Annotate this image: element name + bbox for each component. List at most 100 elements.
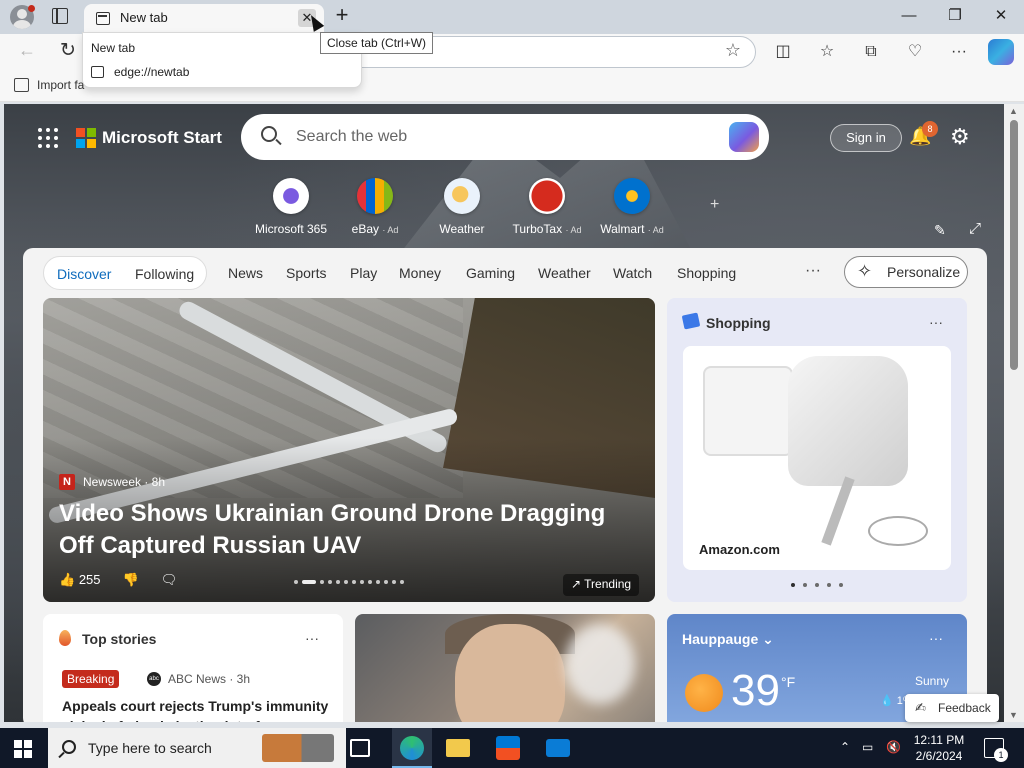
shopping-carousel-dots[interactable] bbox=[791, 583, 843, 587]
volume-muted-icon[interactable]: 🔇 bbox=[886, 740, 901, 754]
scroll-up-arrow-icon[interactable]: ▲ bbox=[1009, 106, 1018, 116]
shopping-card[interactable]: Shopping ··· Amazon.com bbox=[667, 298, 967, 602]
nav-news[interactable]: News bbox=[228, 265, 263, 281]
sign-in-button[interactable]: Sign in bbox=[830, 124, 902, 152]
nav-weather[interactable]: Weather bbox=[538, 265, 591, 281]
chevron-down-icon: ⌄ bbox=[762, 631, 774, 647]
refresh-button[interactable]: ↻ bbox=[60, 39, 76, 62]
weather-location[interactable]: Hauppauge ⌄ bbox=[682, 631, 774, 648]
top-stories-more-button[interactable]: ··· bbox=[305, 630, 319, 646]
new-tab-page: Microsoft Start Search the web Sign in 🔔… bbox=[4, 104, 1004, 722]
nav-play[interactable]: Play bbox=[350, 265, 377, 281]
favorite-star-icon[interactable]: ☆ bbox=[725, 40, 741, 61]
microsoft-365-icon bbox=[273, 178, 309, 214]
import-favorites-link[interactable]: Import fa bbox=[14, 78, 84, 92]
copilot-icon[interactable] bbox=[988, 39, 1014, 65]
tab-discover[interactable]: Discover bbox=[57, 266, 111, 282]
product-image-beater bbox=[821, 476, 855, 546]
tab-following[interactable]: Following bbox=[135, 266, 194, 282]
scroll-thumb[interactable] bbox=[1010, 120, 1018, 370]
new-tab-button[interactable]: + bbox=[330, 4, 354, 28]
trending-badge: ↗ Trending bbox=[563, 574, 640, 596]
top-stories-card: Top stories ··· Breaking abc ABC News · … bbox=[43, 614, 343, 722]
favorites-icon[interactable]: ☆ bbox=[815, 40, 839, 64]
add-shortcut-button[interactable]: + bbox=[710, 196, 719, 214]
taskbar-search-placeholder: Type here to search bbox=[88, 740, 212, 756]
nav-gaming[interactable]: Gaming bbox=[466, 265, 515, 281]
product-image-whisk bbox=[868, 516, 928, 546]
nav-shopping[interactable]: Shopping bbox=[677, 265, 736, 281]
carousel-dot bbox=[384, 580, 388, 584]
copilot-search-icon[interactable] bbox=[729, 122, 759, 152]
tab-actions-icon[interactable] bbox=[52, 8, 68, 24]
edge-icon bbox=[400, 736, 424, 760]
shortcut-ebay[interactable]: eBay · Ad bbox=[330, 178, 420, 236]
feedback-button[interactable]: ✍ Feedback bbox=[905, 694, 999, 722]
search-placeholder: Search the web bbox=[296, 128, 408, 145]
taskbar-clock[interactable]: 12:11 PM 2/6/2024 bbox=[912, 732, 966, 764]
microsoft-store-icon[interactable] bbox=[496, 736, 520, 760]
weather-more-button[interactable]: ··· bbox=[929, 630, 943, 646]
hero-source: Newsweek · 8h bbox=[83, 475, 166, 489]
edit-background-icon[interactable]: ✎ bbox=[934, 222, 946, 239]
shortcut-turbotax[interactable]: TurboTax · Ad bbox=[502, 178, 592, 236]
product-image[interactable]: Amazon.com bbox=[683, 346, 951, 570]
search-icon bbox=[261, 126, 277, 142]
nav-more-button[interactable]: ··· bbox=[805, 262, 821, 280]
expand-feed-icon[interactable]: ⤢ bbox=[969, 220, 981, 237]
feedback-label: Feedback bbox=[938, 701, 991, 715]
page-settings-gear-icon[interactable]: ⚙ bbox=[950, 124, 970, 150]
file-explorer-icon[interactable] bbox=[446, 739, 470, 757]
action-center-badge: 1 bbox=[994, 748, 1008, 762]
carousel-dot bbox=[827, 583, 831, 587]
walmart-icon bbox=[614, 178, 650, 214]
story-headline[interactable]: Appeals court rejects Trump's immunity c… bbox=[62, 696, 332, 722]
shortcut-walmart[interactable]: Walmart · Ad bbox=[587, 178, 677, 236]
nav-watch[interactable]: Watch bbox=[613, 265, 652, 281]
mail-icon[interactable] bbox=[546, 739, 570, 757]
video-game-article-card[interactable] bbox=[355, 614, 655, 722]
tab-hover-url-text: edge://newtab bbox=[114, 65, 190, 79]
brand-title[interactable]: Microsoft Start bbox=[102, 128, 222, 148]
minimize-button[interactable]: — bbox=[886, 0, 932, 32]
shortcut-label: TurboTax bbox=[512, 222, 563, 236]
shopping-more-button[interactable]: ··· bbox=[929, 314, 943, 330]
taskbar-search-box[interactable]: Type here to search bbox=[48, 728, 346, 768]
feed-mode-toggle: Discover Following bbox=[43, 256, 207, 290]
thumbs-up-icon: 👍 bbox=[59, 572, 79, 587]
browser-essentials-icon[interactable]: ♡ bbox=[903, 40, 927, 64]
carousel-dots[interactable] bbox=[294, 580, 404, 584]
back-button[interactable]: ← bbox=[18, 40, 36, 61]
like-button[interactable]: 👍 255 bbox=[59, 572, 101, 588]
thumbs-down-icon[interactable]: 👎 bbox=[123, 572, 139, 588]
shortcut-weather[interactable]: Weather bbox=[417, 178, 507, 236]
settings-more-icon[interactable]: ··· bbox=[947, 40, 971, 64]
taskbar-edge-active[interactable] bbox=[392, 728, 432, 768]
task-view-icon[interactable] bbox=[350, 739, 370, 757]
network-icon[interactable]: ▭ bbox=[862, 740, 873, 754]
nav-money[interactable]: Money bbox=[399, 265, 441, 281]
collections-icon[interactable]: ⧉ bbox=[859, 40, 883, 64]
shortcut-microsoft-365[interactable]: Microsoft 365 bbox=[246, 178, 336, 236]
sparkle-icon: ✧ bbox=[857, 261, 873, 281]
scroll-down-arrow-icon[interactable]: ▼ bbox=[1009, 710, 1018, 720]
personalize-button[interactable]: ✧ Personalize bbox=[844, 256, 968, 288]
nav-sports[interactable]: Sports bbox=[286, 265, 326, 281]
show-hidden-icons-chevron-icon[interactable]: ⌃ bbox=[840, 740, 850, 754]
product-image-mixer bbox=[788, 356, 908, 486]
app-launcher-icon[interactable] bbox=[38, 128, 58, 148]
close-window-button[interactable]: ✕ bbox=[978, 0, 1024, 32]
page-scrollbar[interactable]: ▲ ▼ bbox=[1004, 104, 1024, 722]
hero-article-card[interactable]: N Newsweek · 8h Video Shows Ukrainian Gr… bbox=[43, 298, 655, 602]
comments-off-icon[interactable]: 🗨 bbox=[161, 572, 178, 588]
search-highlight-image[interactable] bbox=[262, 734, 334, 762]
hero-headline[interactable]: Video Shows Ukrainian Ground Drone Dragg… bbox=[59, 498, 639, 562]
split-screen-icon[interactable]: ◫ bbox=[771, 40, 795, 64]
windows-start-button[interactable] bbox=[14, 740, 32, 758]
web-search-box[interactable]: Search the web bbox=[241, 114, 769, 160]
carousel-dot bbox=[328, 580, 332, 584]
tab-new-tab[interactable]: New tab ✕ bbox=[84, 4, 324, 34]
feedback-icon: ✍ bbox=[915, 700, 926, 715]
card-image-smoke bbox=[565, 624, 635, 704]
maximize-button[interactable]: ❐ bbox=[932, 0, 978, 32]
